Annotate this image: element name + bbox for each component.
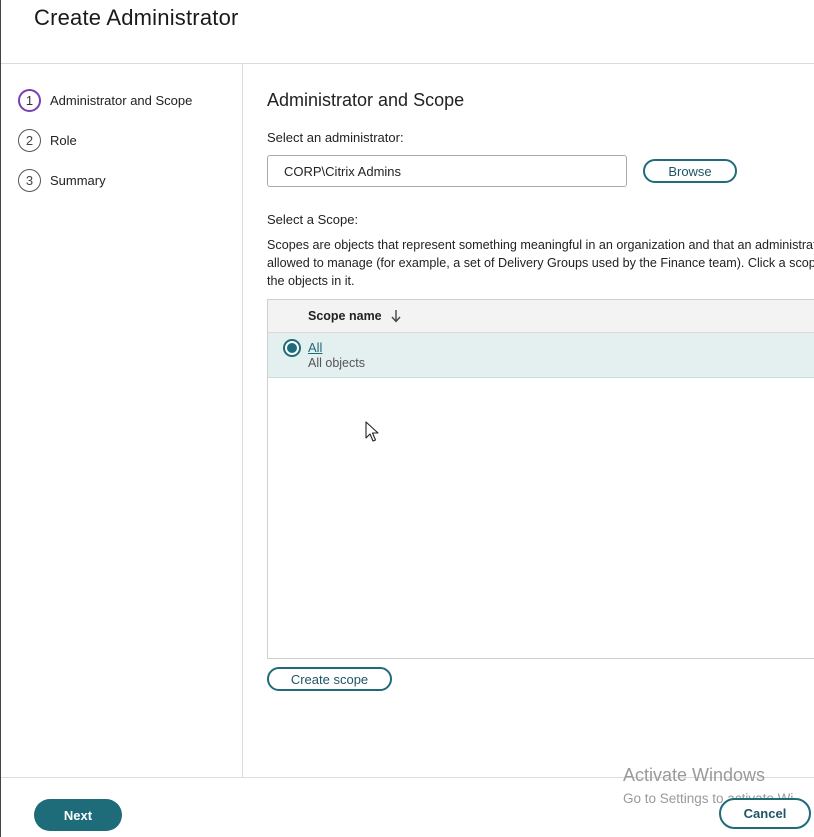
next-button[interactable]: Next bbox=[34, 799, 122, 831]
table-header: Scope name bbox=[268, 300, 814, 333]
step-administrator-and-scope[interactable]: 1 Administrator and Scope bbox=[18, 88, 192, 112]
step-number-3: 3 bbox=[18, 168, 41, 192]
scope-radio-selected[interactable] bbox=[283, 339, 301, 357]
wizard-steps: 1 Administrator and Scope 2 Role 3 Summa… bbox=[1, 64, 243, 777]
scope-table: Scope name All All objects bbox=[267, 299, 814, 659]
step-label: Role bbox=[50, 132, 77, 148]
cancel-button[interactable]: Cancel bbox=[719, 798, 811, 829]
admin-label: Select an administrator: bbox=[267, 130, 404, 145]
dialog-header: Create Administrator bbox=[1, 0, 814, 64]
scope-description-line: Scopes are objects that represent someth… bbox=[267, 238, 814, 252]
table-row[interactable]: All All objects bbox=[268, 333, 814, 378]
dialog-footer: Next bbox=[1, 777, 814, 837]
administrator-input[interactable] bbox=[267, 155, 627, 187]
step-summary[interactable]: 3 Summary bbox=[18, 168, 106, 192]
scope-description: Scopes are objects that represent someth… bbox=[267, 236, 814, 290]
mouse-pointer-icon bbox=[365, 421, 379, 442]
sort-down-arrow-icon bbox=[391, 310, 401, 323]
browse-button[interactable]: Browse bbox=[643, 159, 737, 183]
step-label: Administrator and Scope bbox=[50, 92, 193, 108]
create-scope-button[interactable]: Create scope bbox=[267, 667, 392, 691]
scope-name-link[interactable]: All bbox=[308, 340, 322, 355]
step-label: Summary bbox=[50, 172, 106, 188]
step-number-2: 2 bbox=[18, 128, 41, 152]
scope-description-line: the objects in it. bbox=[267, 274, 355, 288]
create-administrator-dialog: Create Administrator 1 Administrator and… bbox=[0, 0, 814, 837]
main-content: Administrator and Scope Select an admini… bbox=[243, 64, 814, 777]
column-header-label: Scope name bbox=[308, 309, 382, 323]
dialog-title: Create Administrator bbox=[34, 5, 239, 30]
scope-description-line: allowed to manage (for example, a set of… bbox=[267, 256, 814, 270]
scope-description-text: All objects bbox=[308, 356, 365, 370]
column-header-scope-name[interactable]: Scope name bbox=[308, 309, 402, 323]
step-role[interactable]: 2 Role bbox=[18, 128, 77, 152]
scope-label: Select a Scope: bbox=[267, 212, 359, 227]
step-number-1: 1 bbox=[18, 88, 41, 112]
section-title: Administrator and Scope bbox=[267, 90, 465, 110]
